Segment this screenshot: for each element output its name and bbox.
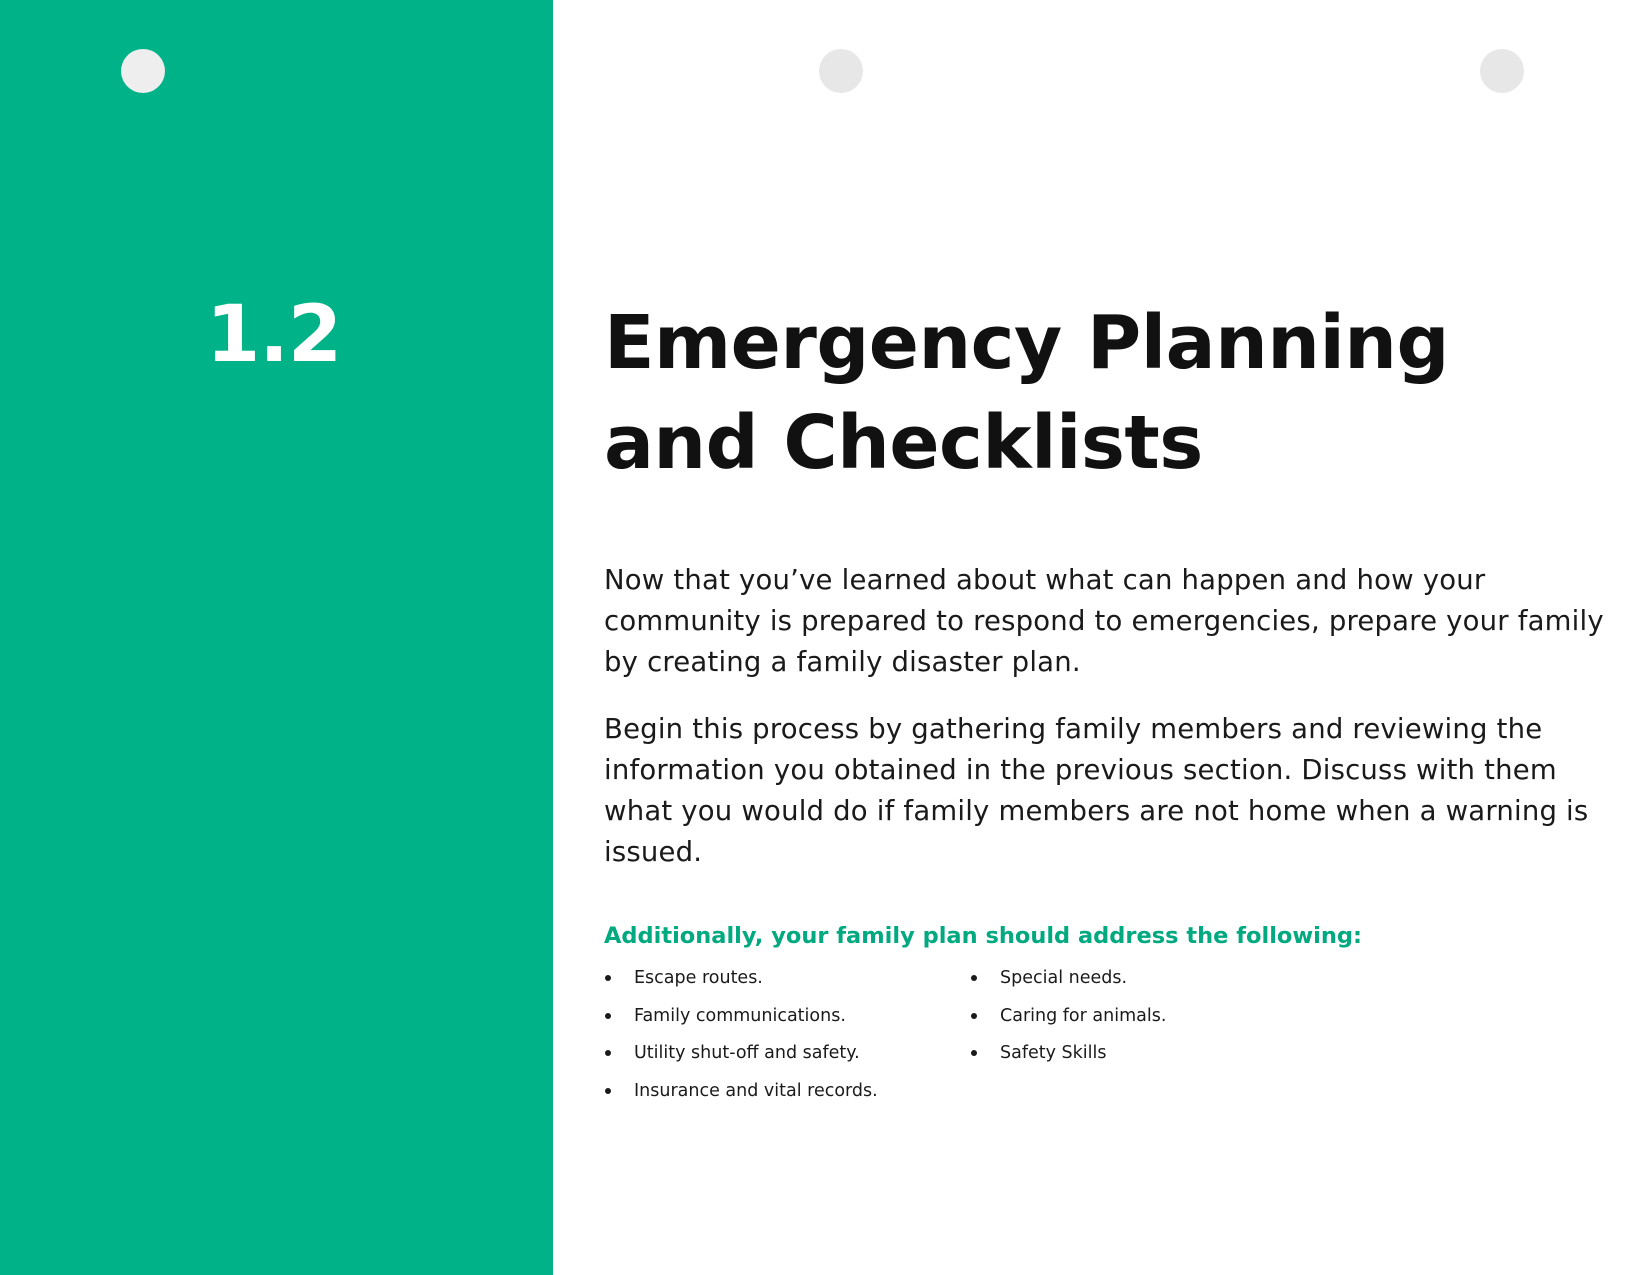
binder-hole-left (121, 49, 165, 93)
page-title-line-2: and Checklists (604, 400, 1203, 486)
intro-paragraph-1: Now that you’ve learned about what can h… (604, 564, 1604, 678)
checklist-right-column: Special needs. Caring for animals. Safet… (970, 963, 1330, 1076)
intro-text: Now that you’ve learned about what can h… (604, 560, 1614, 899)
intro-paragraph-2: Begin this process by gathering family m… (604, 713, 1589, 868)
list-item: Caring for animals. (970, 1001, 1330, 1039)
binder-hole-middle (819, 49, 863, 93)
binder-hole-right (1480, 49, 1524, 93)
section-number: 1.2 (206, 290, 342, 380)
list-item: Family communications. (604, 1001, 964, 1039)
list-item: Utility shut-off and safety. (604, 1038, 964, 1076)
page-title: Emergency Planning and Checklists (604, 293, 1604, 493)
list-item: Insurance and vital records. (604, 1076, 964, 1114)
list-item: Safety Skills (970, 1038, 1330, 1076)
checklist-left-column: Escape routes. Family communications. Ut… (604, 963, 964, 1113)
list-item: Special needs. (970, 963, 1330, 1001)
checklist-heading: Additionally, your family plan should ad… (604, 923, 1362, 949)
page-title-line-1: Emergency Planning (604, 300, 1449, 386)
section-sidebar (0, 0, 553, 1275)
list-item: Escape routes. (604, 963, 964, 1001)
